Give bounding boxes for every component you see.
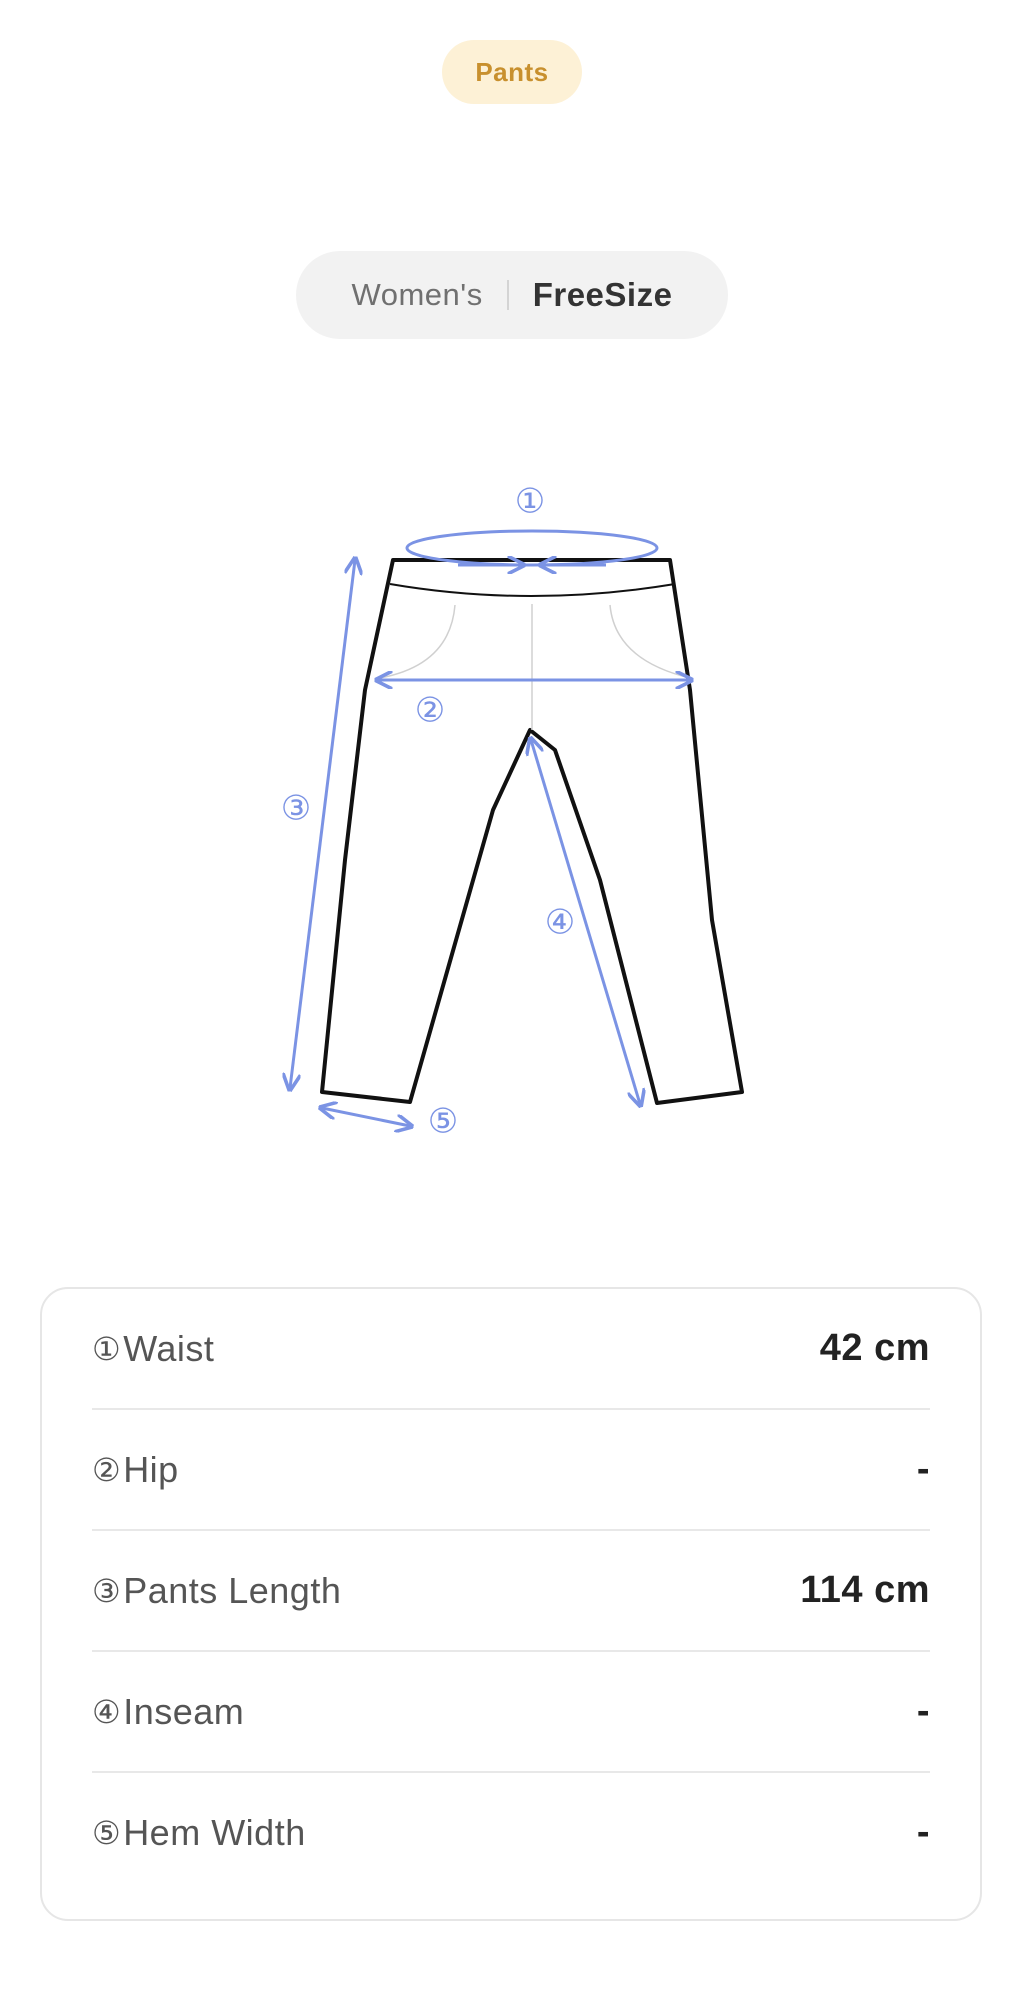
size-selector[interactable]: Women's FreeSize [296,251,728,339]
measurement-name: Inseam [123,1690,245,1732]
marker-number: ① [92,1330,122,1367]
marker-number: ④ [92,1693,122,1730]
marker-3: ③ [281,789,311,829]
measurement-value: - [916,1811,930,1853]
marker-2: ② [415,691,445,731]
gender-label[interactable]: Women's [352,277,483,313]
measurement-value: 114 cm [800,1569,930,1611]
measurement-row-hip: ② Hip - [92,1410,930,1531]
marker-4: ④ [545,903,575,943]
measurement-label: ① Waist [92,1328,214,1370]
measurement-name: Pants Length [123,1569,342,1611]
measurement-row-hem-width: ⑤ Hem Width - [92,1773,930,1892]
measurement-label: ③ Pants Length [92,1570,341,1612]
size-label[interactable]: FreeSize [533,276,673,314]
measurement-name: Hem Width [123,1811,306,1853]
hem-arrow [322,1108,410,1126]
measurements-card: ① Waist 42 cm ② Hip - ③ Pants Length 114… [40,1287,982,1921]
measurement-row-pants-length: ③ Pants Length 114 cm [92,1531,930,1652]
marker-1: ① [515,482,545,522]
measurement-value: - [916,1690,930,1732]
measurement-row-inseam: ④ Inseam - [92,1652,930,1773]
measurement-label: ⑤ Hem Width [92,1812,306,1854]
measurement-value: 42 cm [819,1327,930,1369]
measurement-row-waist: ① Waist 42 cm [92,1289,930,1410]
marker-number: ③ [92,1572,122,1609]
category-chip: Pants [442,40,582,104]
pants-measurement-diagram: ① ② ③ ④ ⑤ [281,482,744,1142]
measurement-value: - [916,1448,930,1490]
marker-5: ⑤ [428,1102,458,1142]
measurement-label: ④ Inseam [92,1691,244,1733]
measurement-name: Waist [123,1327,215,1369]
divider [506,280,509,310]
measurement-label: ② Hip [92,1449,179,1491]
marker-number: ⑤ [92,1814,122,1851]
marker-number: ② [92,1451,122,1488]
measurement-name: Hip [123,1448,179,1490]
